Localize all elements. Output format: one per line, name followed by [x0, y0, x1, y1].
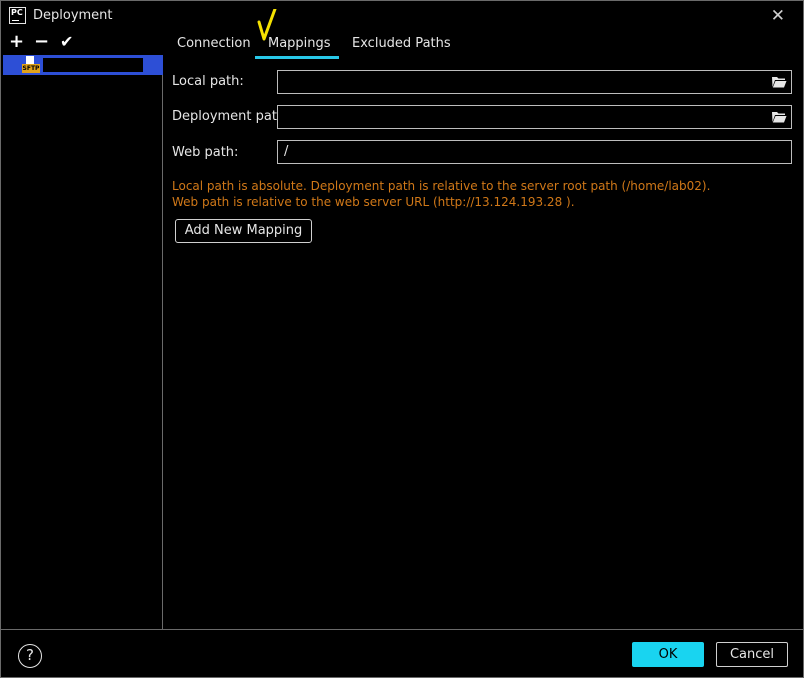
window-title: Deployment — [33, 8, 113, 23]
path-hint-line-1: Local path is absolute. Deployment path … — [172, 179, 711, 193]
local-path-field[interactable] — [277, 70, 792, 94]
local-path-label: Local path: — [172, 74, 244, 89]
server-list: SFTP — [3, 55, 163, 629]
server-list-item[interactable]: SFTP — [3, 55, 163, 75]
app-badge-text: PC — [11, 8, 23, 17]
sftp-icon-label: SFTP — [22, 64, 40, 73]
path-hint-line-2: Web path is relative to the web server U… — [172, 195, 575, 209]
server-toolbar: + − ✔ — [1, 31, 163, 55]
tab-bar: Connection Mappings Excluded Paths — [164, 9, 803, 61]
server-name-redacted — [43, 58, 143, 72]
deployment-path-label: Deployment path: — [172, 109, 290, 124]
deployment-path-field[interactable] — [277, 105, 792, 129]
folder-open-icon[interactable] — [771, 74, 787, 90]
add-server-button[interactable]: + — [9, 32, 24, 52]
checkmark-annotation-icon — [257, 9, 277, 41]
title-bar: PC Deployment ✕ — [1, 1, 803, 31]
ok-button[interactable]: OK — [632, 642, 704, 667]
add-new-mapping-button[interactable]: Add New Mapping — [175, 219, 312, 243]
cancel-button[interactable]: Cancel — [716, 642, 788, 667]
remove-server-button[interactable]: − — [34, 32, 49, 52]
folder-open-icon[interactable] — [771, 109, 787, 125]
pycharm-app-icon: PC — [9, 7, 26, 24]
bottom-divider — [1, 629, 803, 630]
active-tab-indicator — [255, 56, 339, 59]
web-path-value: / — [284, 144, 289, 159]
tab-excluded-paths[interactable]: Excluded Paths — [339, 36, 464, 61]
web-path-label: Web path: — [172, 145, 239, 160]
close-icon[interactable]: ✕ — [771, 6, 785, 26]
help-icon[interactable]: ? — [18, 644, 42, 668]
set-default-button[interactable]: ✔ — [60, 32, 73, 52]
tab-connection[interactable]: Connection — [164, 36, 264, 61]
web-path-field[interactable]: / — [277, 140, 792, 164]
app-icon-underline — [12, 20, 19, 21]
deployment-dialog: PC Deployment ✕ + − ✔ SFTP Connection Ma… — [0, 0, 804, 678]
sftp-server-icon: SFTP — [22, 56, 40, 74]
